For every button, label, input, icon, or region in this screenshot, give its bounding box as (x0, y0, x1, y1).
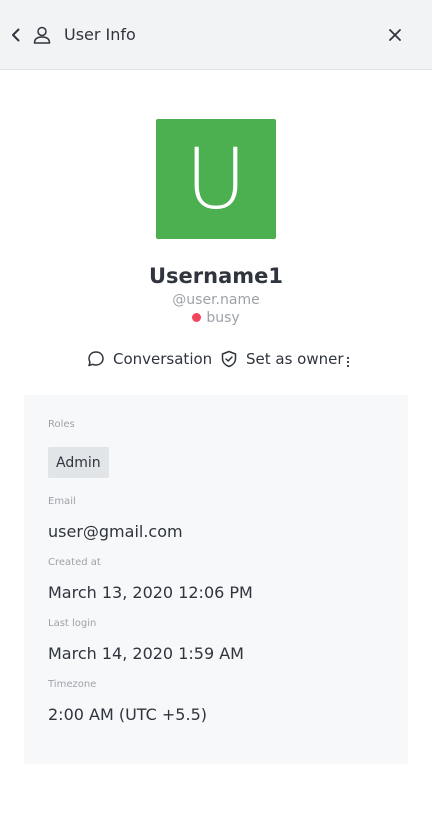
chat-bubble-icon (88, 351, 104, 367)
user-info-panel: User Info U Username1 @user.name busy Co… (0, 0, 432, 832)
set-owner-label: Set as owner (246, 350, 344, 368)
user-icon (33, 26, 51, 44)
status-dot-icon (192, 313, 202, 322)
close-icon (389, 29, 401, 41)
created-at-label: Created at (48, 557, 101, 568)
conversation-button[interactable]: Conversation (87, 350, 212, 368)
user-actions: Conversation Set as owner (0, 350, 432, 374)
roles-label: Roles (48, 419, 75, 430)
kebab-icon (346, 356, 350, 368)
created-at-value: March 13, 2020 12:06 PM (48, 583, 253, 602)
set-owner-button[interactable]: Set as owner (220, 350, 344, 368)
status-indicator: busy (0, 310, 432, 326)
panel-title: User Info (64, 25, 136, 44)
username: Username1 (148, 264, 283, 288)
back-button[interactable] (6, 25, 26, 45)
shield-check-icon (221, 350, 237, 368)
email-value[interactable]: user@gmail.com (48, 522, 183, 541)
more-actions-button[interactable] (342, 352, 354, 372)
status-text: busy (206, 310, 240, 326)
email-label: Email (48, 496, 76, 507)
role-badge: Admin (48, 447, 109, 478)
avatar-initial: U (185, 130, 247, 228)
timezone-value: 2:00 AM (UTC +5.5) (48, 705, 207, 724)
chevron-left-icon (12, 28, 20, 42)
conversation-label: Conversation (113, 350, 213, 368)
close-button[interactable] (384, 24, 406, 46)
user-handle: @user.name (172, 292, 260, 308)
last-login-value: March 14, 2020 1:59 AM (48, 644, 244, 663)
panel-header: User Info (0, 0, 432, 70)
timezone-label: Timezone (48, 679, 97, 690)
user-details: Roles Admin Email user@gmail.com Created… (24, 395, 408, 764)
last-login-label: Last login (48, 618, 97, 629)
avatar: U (156, 119, 276, 239)
